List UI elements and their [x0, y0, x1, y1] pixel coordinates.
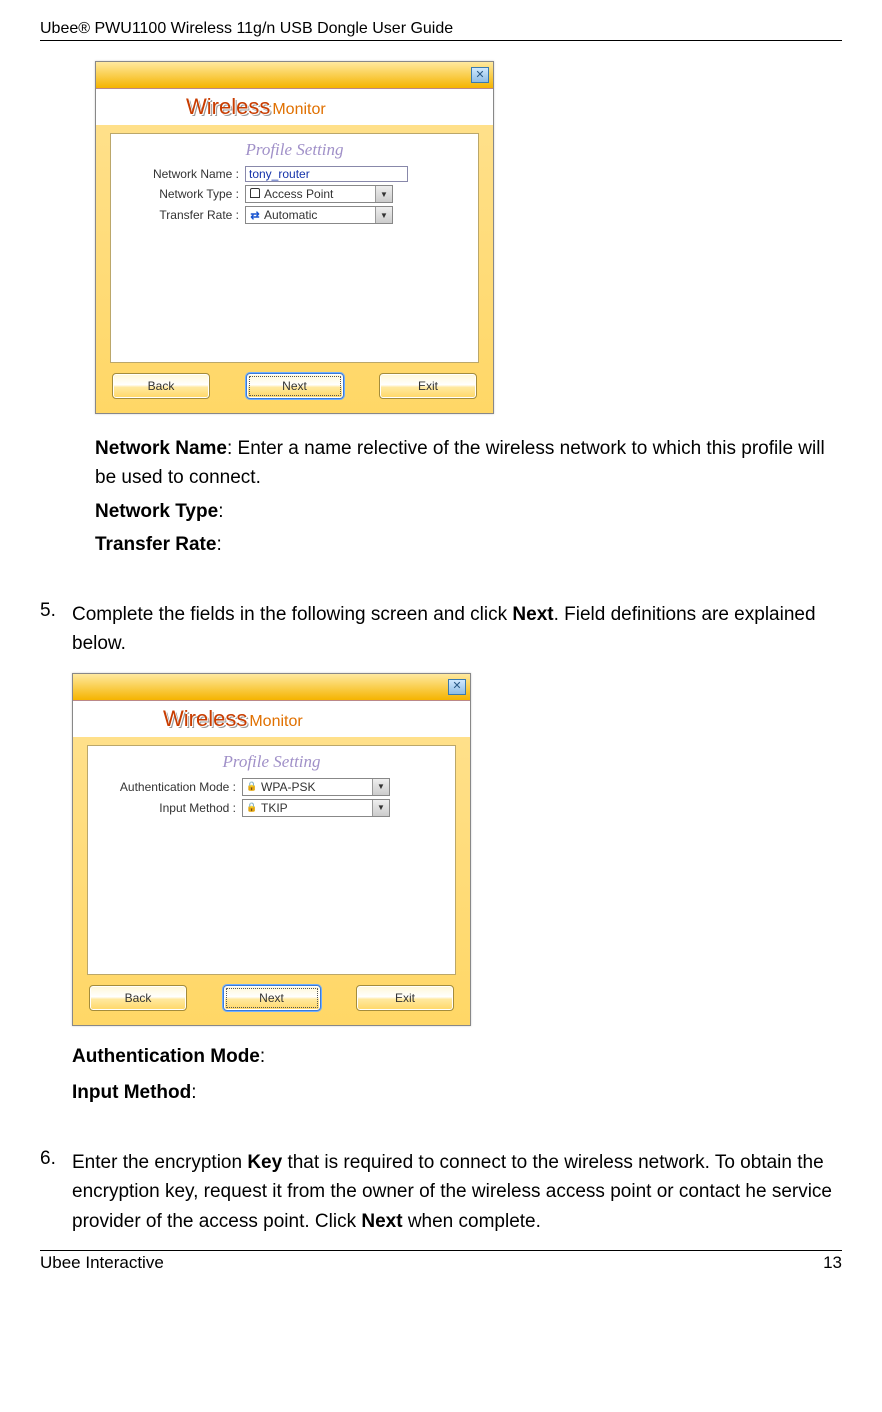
chevron-down-icon: ▼ — [372, 800, 389, 816]
exit-button[interactable]: Exit — [379, 373, 477, 399]
network-type-label: Network Type : — [121, 187, 245, 201]
network-name-definition: Network Name: Enter a name relective of … — [95, 434, 842, 493]
dropdown-value: WPA-PSK — [261, 780, 315, 794]
lock-icon: 🔒 — [246, 781, 258, 793]
back-button[interactable]: Back — [89, 985, 187, 1011]
network-name-label: Network Name : — [121, 167, 245, 181]
page-number: 13 — [823, 1253, 842, 1273]
profile-setting-dialog-2: ✕ WirelessMonitor Profile Setting Authen… — [72, 673, 471, 1026]
exit-button[interactable]: Exit — [356, 985, 454, 1011]
input-method-label: Input Method : — [98, 801, 242, 815]
network-type-definition: Network Type: — [95, 497, 842, 526]
dialog-titlebar: ✕ — [96, 62, 493, 89]
step-6-text: Enter the encryption Key that is require… — [72, 1148, 842, 1236]
step-5-text: Complete the fields in the following scr… — [72, 600, 842, 659]
footer-left: Ubee Interactive — [40, 1253, 164, 1273]
transfer-rate-definition: Transfer Rate: — [95, 530, 842, 559]
chevron-down-icon: ▼ — [375, 186, 392, 202]
logo-text-big: Wireless — [163, 706, 247, 732]
panel-title: Profile Setting — [121, 140, 468, 160]
input-method-definition: Input Method: — [72, 1082, 842, 1104]
chevron-down-icon: ▼ — [372, 779, 389, 795]
input-method-dropdown[interactable]: 🔒 TKIP ▼ — [242, 799, 390, 817]
close-icon[interactable]: ✕ — [448, 679, 466, 695]
profile-setting-dialog-1: ✕ WirelessMonitor Profile Setting Networ… — [95, 61, 494, 414]
back-button[interactable]: Back — [112, 373, 210, 399]
dialog-titlebar: ✕ — [73, 674, 470, 701]
rate-icon: ⇄ — [249, 209, 261, 221]
close-icon[interactable]: ✕ — [471, 67, 489, 83]
logo-text-small: Monitor — [249, 713, 302, 731]
step-number-5: 5. — [40, 600, 72, 1108]
next-button[interactable]: Next — [223, 985, 321, 1011]
network-name-input[interactable] — [245, 166, 408, 182]
auth-mode-label: Authentication Mode : — [98, 780, 242, 794]
step-number-6: 6. — [40, 1148, 72, 1240]
app-logo: WirelessMonitor — [96, 89, 493, 125]
panel-title: Profile Setting — [98, 752, 445, 772]
chevron-down-icon: ▼ — [375, 207, 392, 223]
logo-text-big: Wireless — [186, 94, 270, 120]
auth-mode-dropdown[interactable]: 🔒 WPA-PSK ▼ — [242, 778, 390, 796]
transfer-rate-label: Transfer Rate : — [121, 208, 245, 222]
auth-mode-definition: Authentication Mode: — [72, 1046, 842, 1068]
dropdown-value: TKIP — [261, 801, 288, 815]
dropdown-value: Automatic — [264, 208, 317, 222]
next-button[interactable]: Next — [246, 373, 344, 399]
dropdown-value: Access Point — [264, 187, 333, 201]
page-header: Ubee® PWU1100 Wireless 11g/n USB Dongle … — [40, 20, 842, 41]
logo-text-small: Monitor — [272, 101, 325, 119]
app-logo: WirelessMonitor — [73, 701, 470, 737]
access-point-icon — [249, 188, 261, 200]
transfer-rate-dropdown[interactable]: ⇄ Automatic ▼ — [245, 206, 393, 224]
network-type-dropdown[interactable]: Access Point ▼ — [245, 185, 393, 203]
lock-icon: 🔒 — [246, 802, 258, 814]
